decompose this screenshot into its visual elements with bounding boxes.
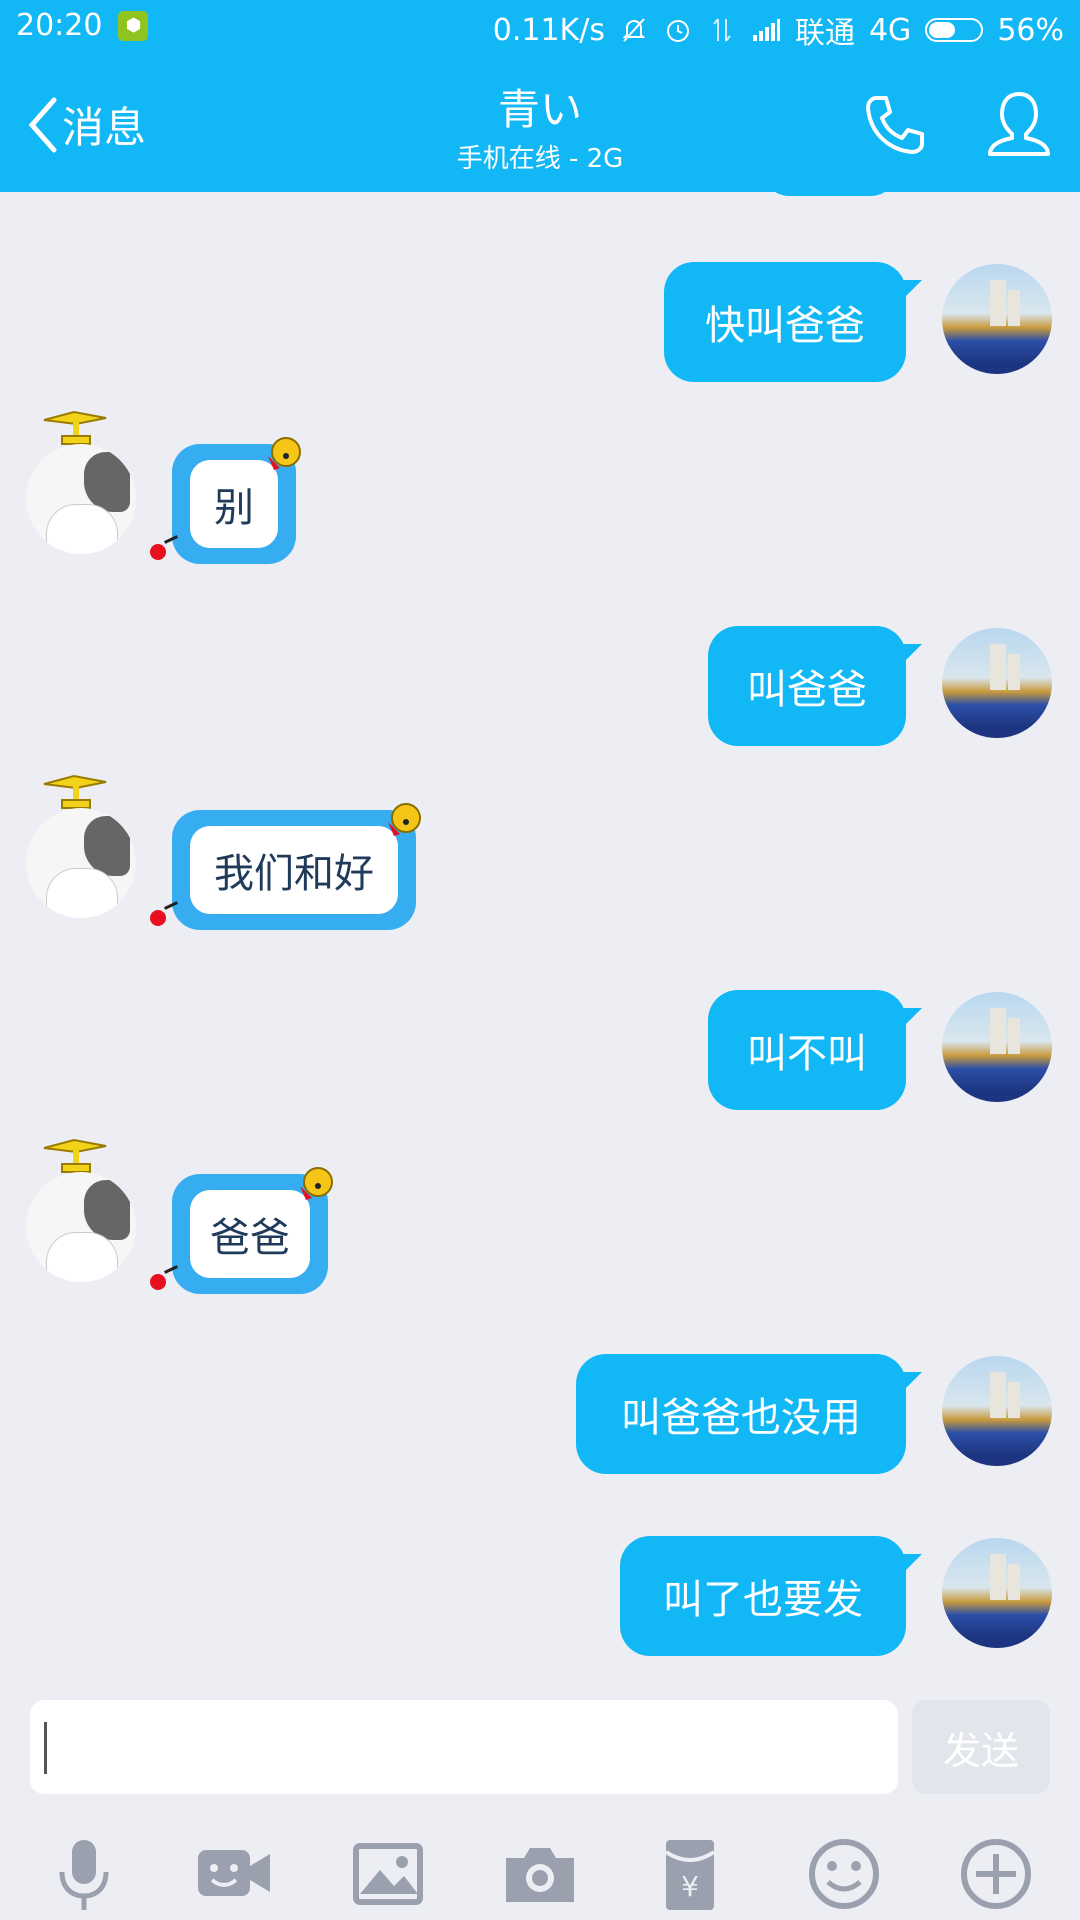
message-bubble-incoming[interactable]: 爸爸: [150, 1167, 333, 1294]
battery-percent: 56%: [997, 12, 1064, 48]
my-avatar[interactable]: [942, 1538, 1052, 1648]
plus-icon[interactable]: [954, 1832, 1038, 1916]
svg-text:¥: ¥: [681, 1870, 699, 1903]
message-bubble-incoming[interactable]: 我们和好: [150, 803, 421, 930]
image-icon[interactable]: [346, 1832, 430, 1916]
network-speed: 0.11K/s: [492, 12, 605, 48]
propeller-hat-icon: [43, 410, 107, 445]
status-time: 20:20: [16, 8, 103, 43]
my-avatar[interactable]: [942, 628, 1052, 738]
message-text: 叫不叫: [747, 1031, 867, 1077]
input-bar: 发送 ¥: [0, 1692, 1080, 1920]
message-bubble-outgoing[interactable]: 叫爸爸也没用: [576, 1354, 922, 1474]
chat-header: 消息 青い 手机在线 - 2G: [0, 56, 1080, 192]
battery-icon: [925, 18, 984, 42]
phone-call-icon[interactable]: [862, 92, 926, 156]
carrier-name: 联通: [794, 16, 855, 51]
message-text: 快叫爸爸: [705, 303, 865, 349]
bell-decoration-icon: [300, 1167, 333, 1200]
data-transfer-icon: [707, 15, 737, 45]
message-bubble-outgoing[interactable]: 叫不叫: [708, 990, 922, 1110]
message-text: 我们和好: [214, 851, 374, 897]
bubble-dot-decoration: [150, 1274, 166, 1290]
message-list[interactable]: 快叫爸爸 别 叫爸爸 我们和好 叫不叫 爸爸 叫爸爸也没用 叫了也要发: [0, 192, 1080, 1692]
contact-avatar[interactable]: [26, 1172, 136, 1282]
status-bar: 20:20 ⬢ 0.11K/s 联通 4G 56%: [0, 0, 1080, 56]
message-bubble-outgoing[interactable]: 叫了也要发: [620, 1536, 922, 1656]
security-shield-icon: ⬢: [118, 10, 149, 41]
text-caret: [44, 1722, 47, 1774]
mute-bell-icon: [619, 15, 649, 45]
bubble-dot-decoration: [150, 544, 166, 560]
bell-decoration-icon: [268, 437, 301, 470]
message-bubble-incoming[interactable]: 别: [150, 437, 301, 564]
network-type: 4G: [868, 12, 912, 48]
mic-icon[interactable]: [42, 1832, 126, 1916]
bubble-dot-decoration: [150, 910, 166, 926]
message-bubble-outgoing[interactable]: 叫爸爸: [708, 626, 922, 746]
my-avatar[interactable]: [942, 992, 1052, 1102]
signal-icon: [751, 15, 781, 45]
my-avatar[interactable]: [942, 264, 1052, 374]
send-button[interactable]: 发送: [912, 1700, 1050, 1794]
message-text: 叫爸爸: [747, 667, 867, 713]
red-packet-icon[interactable]: ¥: [648, 1832, 732, 1916]
partial-message-bubble: [760, 192, 900, 196]
message-bubble-outgoing[interactable]: 快叫爸爸: [664, 262, 922, 382]
message-text: 叫爸爸也没用: [621, 1395, 861, 1441]
my-avatar[interactable]: [942, 1356, 1052, 1466]
contact-avatar[interactable]: [26, 444, 136, 554]
message-text: 叫了也要发: [663, 1577, 863, 1623]
contact-avatar[interactable]: [26, 808, 136, 918]
alarm-icon: [663, 15, 693, 45]
emoji-icon[interactable]: [802, 1832, 886, 1916]
message-text: 别: [214, 485, 254, 531]
message-text: 爸爸: [210, 1215, 290, 1261]
video-icon[interactable]: [192, 1832, 276, 1916]
propeller-hat-icon: [43, 1138, 107, 1173]
bell-decoration-icon: [388, 803, 421, 836]
propeller-hat-icon: [43, 774, 107, 809]
message-input[interactable]: [30, 1700, 898, 1794]
camera-icon[interactable]: [498, 1832, 582, 1916]
toolbar: ¥: [0, 1832, 1080, 1916]
profile-icon[interactable]: [986, 90, 1052, 158]
